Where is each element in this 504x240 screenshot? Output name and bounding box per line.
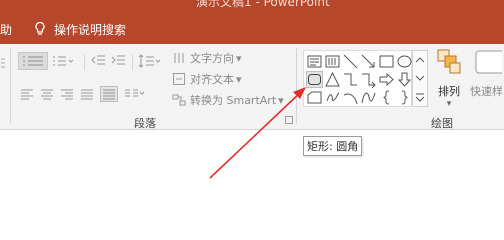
annotation-arrow bbox=[209, 87, 306, 179]
annotation-arrow-line bbox=[209, 90, 303, 179]
